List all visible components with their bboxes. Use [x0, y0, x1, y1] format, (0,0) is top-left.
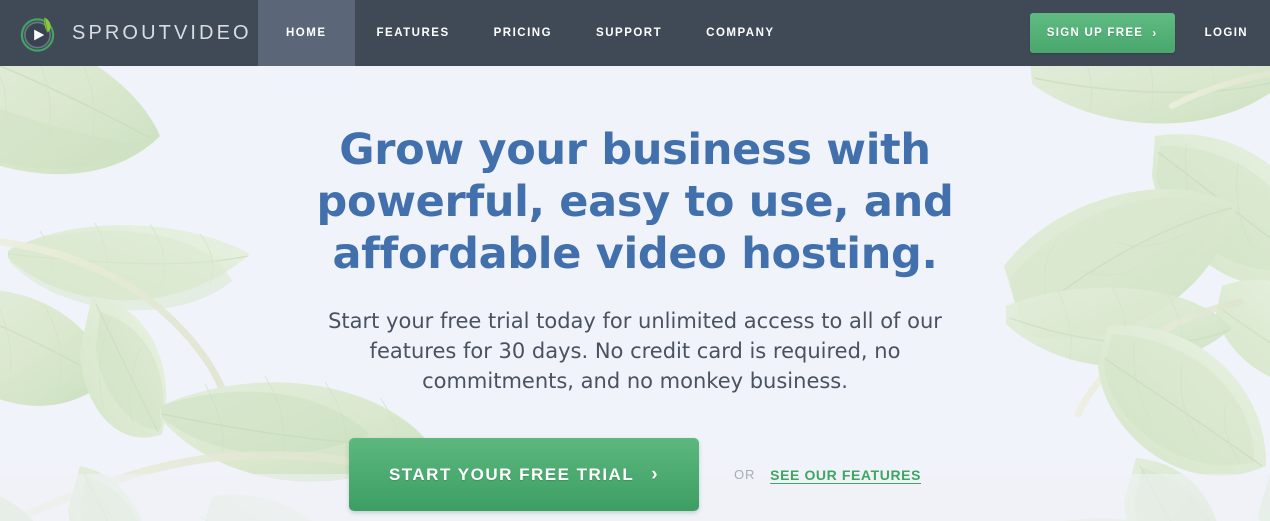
hero-subtitle: Start your free trial today for unlimite… — [328, 309, 942, 393]
brand-logo[interactable]: SPROUTVIDEO — [0, 0, 258, 66]
start-free-trial-label: START YOUR FREE TRIAL — [388, 464, 635, 484]
nav-item-home[interactable]: HOME — [258, 0, 355, 66]
hero-content: Grow your business with powerful, easy t… — [0, 66, 1270, 511]
sign-up-free-label: SIGN UP FREE — [1046, 27, 1144, 39]
see-our-features-link[interactable]: SEE OUR FEATURES — [770, 467, 921, 483]
nav-item-features[interactable]: FEATURES — [355, 0, 472, 66]
hero-section: Grow your business with powerful, easy t… — [0, 66, 1270, 521]
or-separator-label: OR — [734, 467, 756, 482]
nav-item-pricing[interactable]: PRICING — [472, 0, 574, 66]
login-link[interactable]: LOGIN — [1205, 27, 1248, 39]
nav-item-support[interactable]: SUPPORT — [574, 0, 684, 66]
nav-item-company[interactable]: COMPANY — [684, 0, 796, 66]
landing-page: SPROUTVIDEO HOME FEATURES PRICING SUPPOR… — [0, 0, 1270, 521]
page-title: Grow your business with powerful, easy t… — [316, 125, 954, 279]
start-free-trial-button[interactable]: START YOUR FREE TRIAL › — [348, 438, 700, 511]
chevron-right-icon: › — [651, 464, 660, 485]
main-nav: HOME FEATURES PRICING SUPPORT COMPANY — [258, 0, 797, 66]
brand-name: SPROUTVIDEO — [72, 21, 252, 44]
site-header: SPROUTVIDEO HOME FEATURES PRICING SUPPOR… — [0, 0, 1270, 66]
sign-up-free-button[interactable]: SIGN UP FREE › — [1029, 13, 1175, 53]
sprout-play-logo-icon — [18, 12, 60, 54]
cta-row: START YOUR FREE TRIAL › OR SEE OUR FEATU… — [0, 438, 1270, 511]
header-actions: SIGN UP FREE › LOGIN — [1029, 0, 1270, 66]
chevron-right-icon: › — [1152, 26, 1158, 40]
